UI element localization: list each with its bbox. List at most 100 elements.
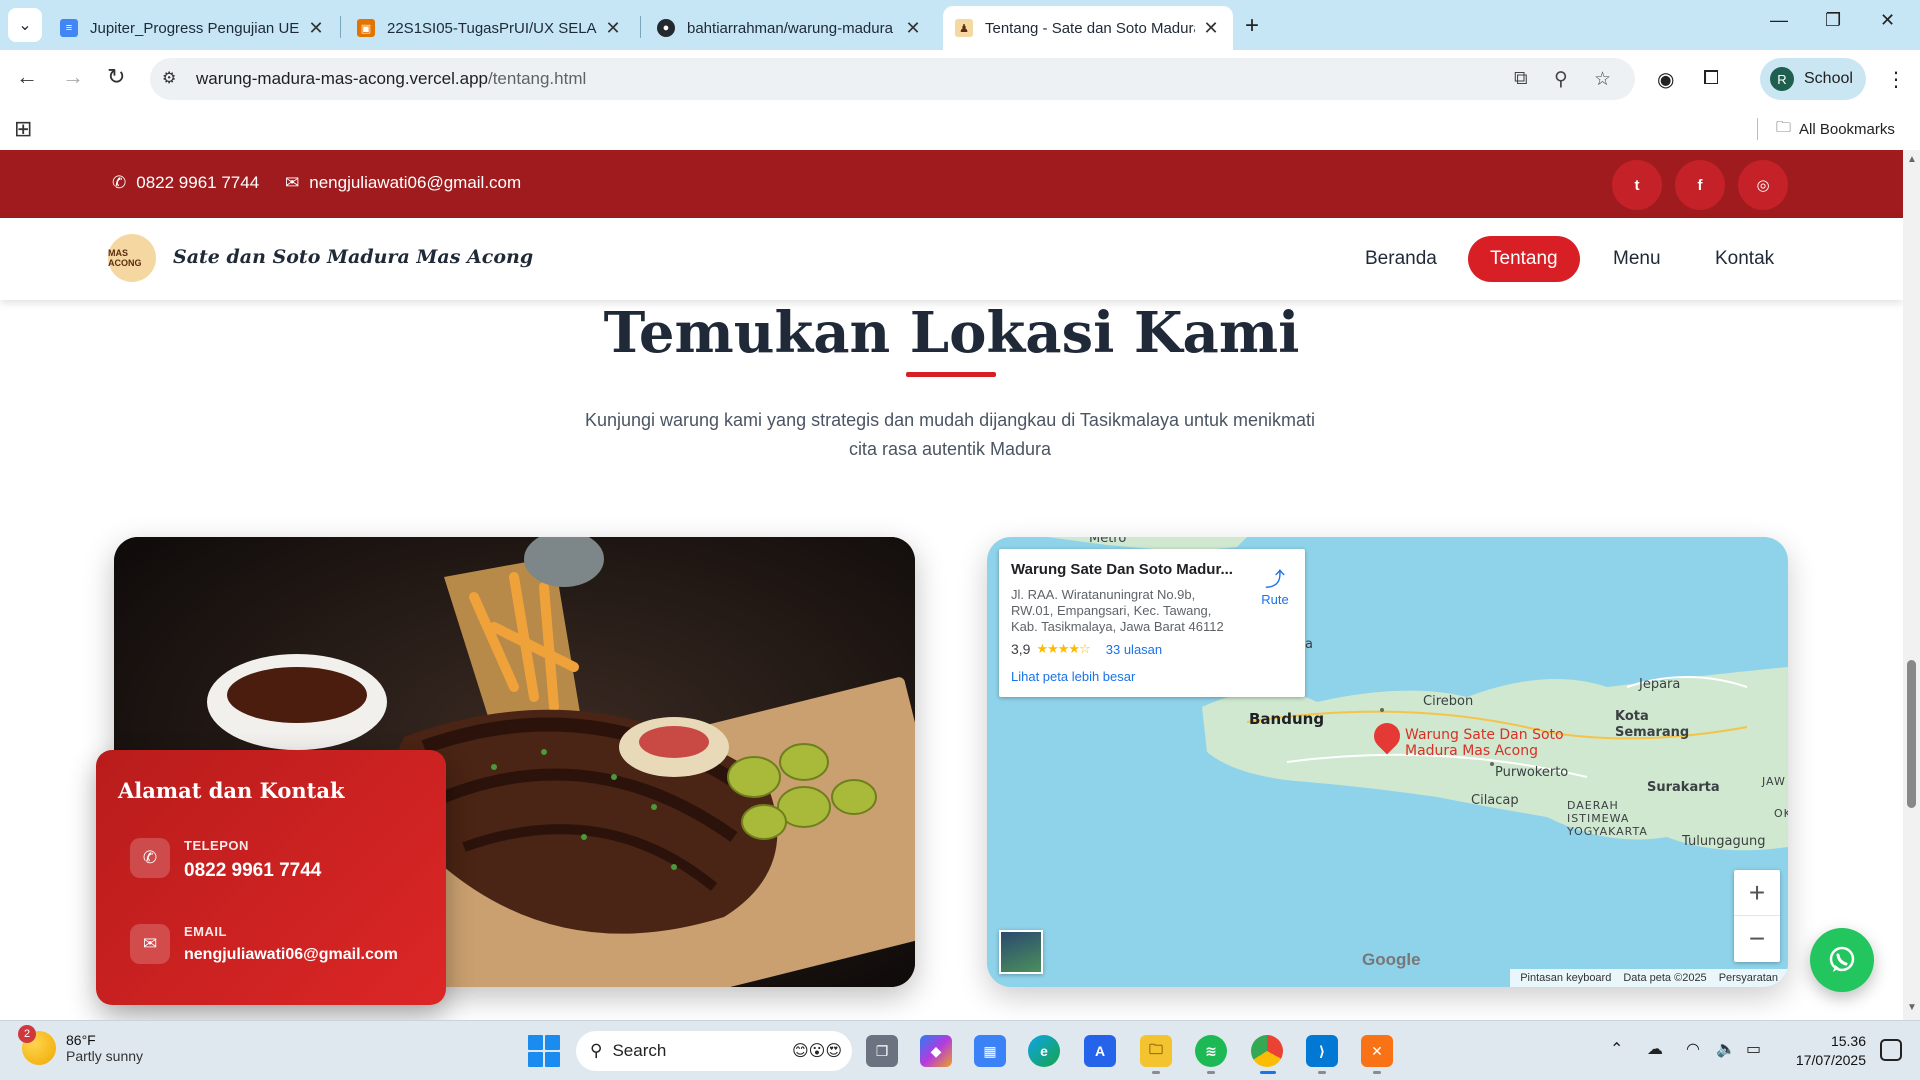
show-hidden-icons[interactable]: ⌃	[1610, 1039, 1623, 1059]
close-icon[interactable]: ✕	[1201, 18, 1221, 39]
weather-widget[interactable]: 2 86°F Partly sunny	[18, 1025, 143, 1065]
copilot-icon[interactable]: ◆	[920, 1035, 952, 1067]
task-view-icon[interactable]: ❐	[866, 1035, 898, 1067]
map-label-jepara: Jepara	[1639, 677, 1681, 692]
tab-tugas[interactable]: ▣ 22S1SI05-TugasPrUI/UX SELASA ✕	[345, 6, 635, 50]
tab-separator	[340, 16, 341, 38]
phone-icon: ✆	[130, 838, 170, 878]
nav-kontak[interactable]: Kontak	[1715, 248, 1774, 270]
nav-tentang[interactable]: Tentang	[1468, 236, 1580, 282]
url-text[interactable]: warung-madura-mas-acong.vercel.app/tenta…	[196, 69, 586, 89]
puzzle-icon[interactable]: ⧠	[1703, 67, 1719, 90]
topbar-email[interactable]: ✉ nengjuliawati06@gmail.com	[285, 173, 521, 193]
terms-link[interactable]: Persyaratan	[1719, 972, 1778, 984]
close-icon[interactable]: ✕	[603, 18, 623, 39]
windows-start-icon[interactable]	[528, 1035, 560, 1067]
store-icon[interactable]: ▦	[974, 1035, 1006, 1067]
battery-icon[interactable]: ▭	[1746, 1039, 1761, 1059]
file-explorer-icon[interactable]: 🗀	[1140, 1035, 1172, 1067]
chrome-icon[interactable]	[1251, 1035, 1283, 1067]
close-icon[interactable]: ✕	[306, 18, 326, 39]
address-bar[interactable]: ⚙ warung-madura-mas-acong.vercel.app/ten…	[150, 58, 1635, 100]
keyboard-shortcuts-link[interactable]: Pintasan keyboard	[1520, 972, 1611, 984]
map-layer-toggle[interactable]	[999, 930, 1043, 974]
topbar-phone[interactable]: ✆ 0822 9961 7744	[112, 173, 259, 193]
twitter-icon[interactable]: t	[1612, 160, 1662, 210]
running-indicator	[1318, 1071, 1326, 1074]
reload-icon[interactable]: ↻	[107, 64, 125, 90]
nav-menu[interactable]: Menu	[1613, 248, 1661, 270]
main-navbar: MAS ACONG Sate dan Soto Madura Mas Acong…	[0, 218, 1903, 300]
google-map[interactable]: Metro a Bandung Cirebon Jepara Kota Sema…	[987, 537, 1788, 987]
tab-tentang[interactable]: ♟ Tentang - Sate dan Soto Madura ✕	[943, 6, 1233, 50]
tab-github[interactable]: ● bahtiarrahman/warung-madura ✕	[645, 6, 935, 50]
phone-label: TELEPON	[184, 838, 249, 853]
xampp-icon[interactable]: ✕	[1361, 1035, 1393, 1067]
zoom-out-button[interactable]: −	[1734, 916, 1780, 962]
volume-icon[interactable]: 🔈	[1716, 1039, 1736, 1059]
taskbar-search[interactable]: ⚲ Search 😊😮😍	[576, 1031, 852, 1071]
view-larger-map-link[interactable]: Lihat peta lebih besar	[1011, 669, 1135, 684]
tab-search-button[interactable]: ⌄	[8, 8, 42, 42]
restore-icon[interactable]: ❐	[1825, 10, 1841, 31]
facebook-icon[interactable]: f	[1675, 160, 1725, 210]
site-settings-icon[interactable]: ⚙	[162, 68, 184, 90]
apps-grid-icon[interactable]: ⊞	[14, 116, 32, 142]
all-bookmarks-label: All Bookmarks	[1799, 121, 1895, 138]
forward-icon[interactable]: →	[62, 64, 84, 90]
docs-icon: ≡	[60, 19, 78, 37]
zoom-icon[interactable]: ⚲	[1554, 68, 1568, 91]
bookmark-star-icon[interactable]: ☆	[1594, 68, 1611, 91]
scroll-thumb[interactable]	[1907, 660, 1916, 808]
reviews-link[interactable]: 33 ulasan	[1106, 642, 1162, 657]
profile-button[interactable]: R School	[1760, 58, 1866, 100]
more-menu-icon[interactable]: ⋮	[1886, 67, 1906, 92]
map-label-tulungagung: Tulungagung	[1682, 834, 1766, 849]
folder-icon: 🗀	[1776, 119, 1792, 136]
github-icon: ●	[657, 19, 675, 37]
zoom-in-button[interactable]: +	[1734, 870, 1780, 916]
spotify-icon[interactable]: ≋	[1195, 1035, 1227, 1067]
tab-jupiter[interactable]: ≡ Jupiter_Progress Pengujian UEQ ✕	[48, 6, 338, 50]
tab-title: 22S1SI05-TugasPrUI/UX SELASA	[387, 19, 597, 37]
notification-center-icon[interactable]	[1880, 1039, 1902, 1061]
partly-sunny-icon: 2	[18, 1025, 56, 1065]
map-label-jaw: JAW	[1762, 775, 1786, 788]
nav-beranda[interactable]: Beranda	[1365, 248, 1437, 270]
map-label-cirebon: Cirebon	[1423, 694, 1474, 709]
all-bookmarks-button[interactable]: 🗀 All Bookmarks	[1776, 117, 1895, 142]
instagram-icon[interactable]: ◎	[1738, 160, 1788, 210]
extension-icon[interactable]: ◉	[1657, 67, 1674, 92]
close-icon[interactable]: ✕	[903, 18, 923, 39]
minimize-icon[interactable]: —	[1770, 10, 1788, 31]
contact-card-title: Alamat dan Kontak	[118, 778, 345, 803]
active-indicator	[1260, 1071, 1276, 1074]
new-tab-button[interactable]: +	[1245, 12, 1259, 40]
scroll-up-arrow-icon[interactable]: ▲	[1907, 154, 1917, 165]
app-icon[interactable]: A	[1084, 1035, 1116, 1067]
phone-value[interactable]: 0822 9961 7744	[184, 860, 321, 882]
email-value[interactable]: nengjuliawati06@gmail.com	[184, 946, 398, 964]
wifi-icon[interactable]: ◠	[1686, 1039, 1700, 1059]
mail-icon: ✉	[285, 173, 300, 192]
scroll-down-arrow-icon[interactable]: ▼	[1907, 1002, 1917, 1013]
tab-bar: ⌄ ≡ Jupiter_Progress Pengujian UEQ ✕ ▣ 2…	[0, 0, 1920, 50]
map-info-popup: Warung Sate Dan Soto Madur... Jl. RAA. W…	[999, 549, 1305, 697]
system-clock[interactable]: 15.36 17/07/2025	[1784, 1032, 1866, 1070]
edge-icon[interactable]: e	[1028, 1035, 1060, 1067]
brand-logo[interactable]: MAS ACONG	[108, 234, 156, 282]
map-label-metro: Metro	[1089, 537, 1127, 546]
directions-button[interactable]: ⤴ Rute	[1255, 563, 1295, 607]
whatsapp-button[interactable]	[1810, 928, 1874, 992]
map-footer: Pintasan keyboard Data peta ©2025 Persya…	[1510, 969, 1788, 987]
map-label-surakarta: Surakarta	[1647, 780, 1720, 795]
close-window-icon[interactable]: ✕	[1880, 10, 1895, 31]
running-indicator	[1207, 1071, 1215, 1074]
tab-separator	[640, 16, 641, 38]
page-scrollbar[interactable]: ▲ ▼	[1903, 150, 1920, 1020]
brand-name[interactable]: Sate dan Soto Madura Mas Acong	[173, 246, 533, 268]
translate-icon[interactable]: ⧉	[1514, 68, 1528, 90]
vscode-icon[interactable]: ⟩	[1306, 1035, 1338, 1067]
onedrive-icon[interactable]: ☁	[1647, 1039, 1663, 1059]
back-icon[interactable]: ←	[16, 64, 38, 90]
